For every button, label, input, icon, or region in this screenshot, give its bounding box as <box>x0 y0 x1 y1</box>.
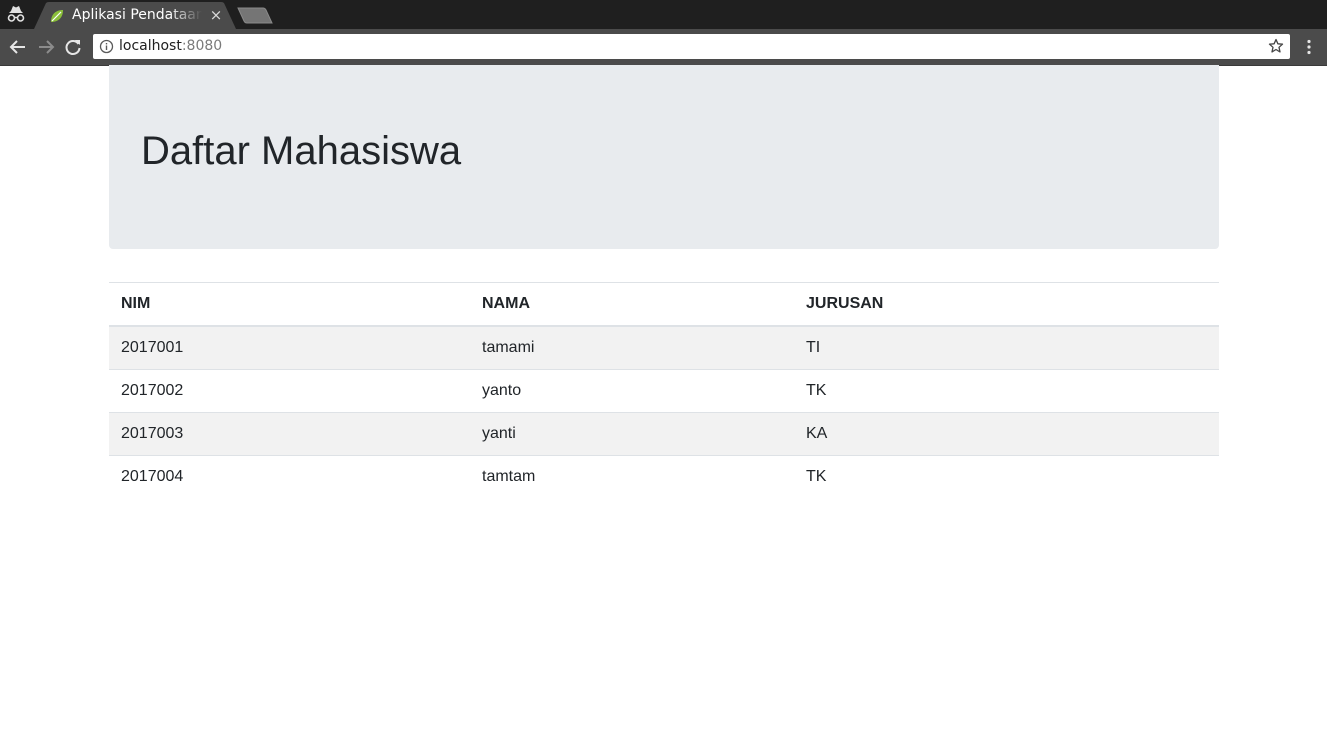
cell-jurusan: KA <box>794 412 1219 456</box>
kebab-menu-icon[interactable] <box>1300 38 1318 56</box>
table-row: 2017001 tamami TI <box>109 325 1219 370</box>
column-header-nama: NAMA <box>470 282 794 327</box>
bookmark-star-icon[interactable] <box>1268 38 1284 54</box>
info-icon[interactable] <box>99 39 114 54</box>
forward-arrow-icon[interactable] <box>36 37 56 57</box>
student-table: NIM NAMA JURUSAN 2017001 tamami TI 20170… <box>109 282 1219 498</box>
column-header-jurusan: JURUSAN <box>794 282 1219 327</box>
tab-aplikasi-pendataan[interactable]: Aplikasi Pendataan × <box>34 2 236 29</box>
table-row: 2017004 tamtam TK <box>109 455 1219 498</box>
url-host: localhost <box>119 38 182 54</box>
tab-strip: Aplikasi Pendataan × <box>0 0 1327 29</box>
tab-close-icon[interactable]: × <box>209 6 223 24</box>
cell-nim: 2017001 <box>109 325 470 370</box>
cell-nim: 2017004 <box>109 455 470 498</box>
cell-nim: 2017003 <box>109 412 470 456</box>
reload-icon[interactable] <box>63 37 83 57</box>
table-row: 2017002 yanto TK <box>109 369 1219 413</box>
cell-nama: tamami <box>470 325 794 370</box>
cell-nim: 2017002 <box>109 369 470 413</box>
back-arrow-icon[interactable] <box>8 37 28 57</box>
cell-jurusan: TK <box>794 455 1219 498</box>
cell-jurusan: TI <box>794 325 1219 370</box>
page-title: Daftar Mahasiswa <box>141 129 462 173</box>
cell-nama: yanto <box>470 369 794 413</box>
url-port: :8080 <box>181 38 223 54</box>
tab-title: Aplikasi Pendataan <box>72 7 202 23</box>
column-header-nim: NIM <box>109 282 470 327</box>
cell-jurusan: TK <box>794 369 1219 413</box>
table-row: 2017003 yanti KA <box>109 412 1219 456</box>
incognito-icon <box>7 6 25 22</box>
cell-nama: yanti <box>470 412 794 456</box>
url-text[interactable]: localhost:8080 <box>119 38 222 54</box>
address-bar[interactable]: localhost:8080 <box>93 34 1290 59</box>
table-header-row: NIM NAMA JURUSAN <box>109 282 1219 327</box>
jumbotron: Daftar Mahasiswa <box>109 65 1219 249</box>
cell-nama: tamtam <box>470 455 794 498</box>
student-table-container: NIM NAMA JURUSAN 2017001 tamami TI 20170… <box>109 282 1219 498</box>
new-tab-button[interactable] <box>237 7 273 24</box>
spring-leaf-icon <box>51 10 63 22</box>
browser-toolbar: localhost:8080 <box>0 29 1327 66</box>
table-header: NIM NAMA JURUSAN <box>109 282 1219 327</box>
table-body: 2017001 tamami TI 2017002 yanto TK 20170… <box>109 325 1219 498</box>
